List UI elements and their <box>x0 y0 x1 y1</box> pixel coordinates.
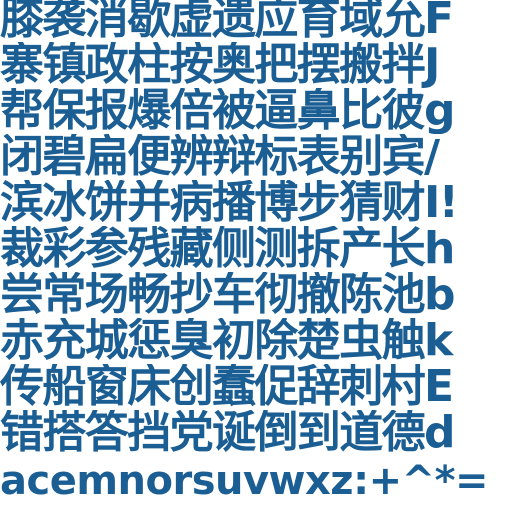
glyph-sheet: 膝袭消歇虚遗应育域允F 寨镇政柱按奥把摆搬拌J 帮保报爆倍被逼鼻比彼g 闭碧扁便… <box>0 0 512 512</box>
glyph-row-3: 帮保报爆倍被逼鼻比彼g <box>0 88 456 134</box>
glyph-row-4: 闭碧扁便辨辩标表别宾/ <box>0 134 440 180</box>
glyph-row-6: 裁彩参残藏侧测拆产长h <box>0 226 455 272</box>
glyph-row-5: 滨冰饼并病播博步猜财I! <box>0 180 459 226</box>
glyph-row-1: 膝袭消歇虚遗应育域允F <box>0 0 454 42</box>
glyph-row-9: 传船窗床创蠢促辞刺村E <box>0 364 454 410</box>
glyph-row-7: 尝常场畅抄车彻撤陈池b <box>0 272 456 318</box>
glyph-row-8: 赤充城惩臭初除楚虫触k <box>0 318 453 364</box>
glyph-row-2: 寨镇政柱按奥把摆搬拌J <box>0 42 440 88</box>
glyph-row-11: acemnorsuvwxz:+^*= <box>0 458 489 504</box>
glyph-row-10: 错搭答挡党诞倒到道德d <box>0 410 456 456</box>
